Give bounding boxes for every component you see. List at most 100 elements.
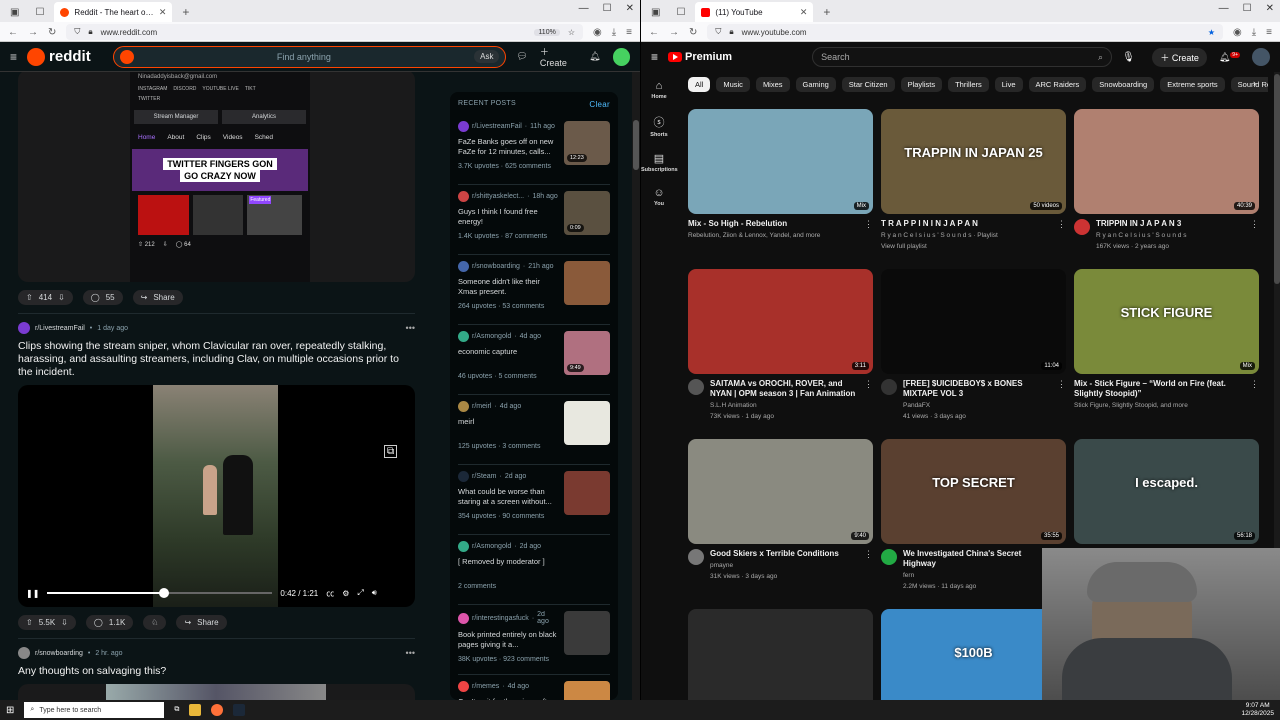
video-menu-icon[interactable]: ⋮ [864,379,873,421]
upvote-icon[interactable]: ⇧ [26,618,33,627]
zoom-level[interactable]: 110% [534,28,560,36]
windows-start-icon[interactable]: ⊞ [6,705,14,716]
scrollbar-thumb[interactable] [633,120,639,170]
filter-chip[interactable]: Gaming [795,77,836,92]
youtube-search-input[interactable]: Search ⌕ [812,47,1113,67]
create-button[interactable]: ＋ Create [1152,47,1207,67]
video-card[interactable]: 9:40 Good Skiers x Terrible Conditions pma… [688,439,873,581]
pause-icon[interactable]: ❚❚ [26,589,39,598]
create-button[interactable]: ＋ Create [540,45,577,68]
reddit-search-input[interactable]: Find anything Ask [112,45,507,68]
video-menu-icon[interactable]: ⋮ [864,219,873,242]
downvote-icon[interactable]: ⇩ [61,618,68,627]
post2-video-player[interactable]: ⧉ ❚❚ 0:42 / 1:21 ㏄ ⚙ ⤢ 🔊︎ [18,385,415,607]
video-thumbnail[interactable]: STICK FIGURE Mix [1074,269,1259,374]
recent-post-item[interactable]: r/memes·4d agoCan't wait for the minecra… [458,675,610,700]
bookmark-star-icon[interactable]: ☆ [568,28,575,37]
post3-subreddit[interactable]: r/snowboarding [35,650,83,657]
nav-shorts[interactable]: ⓢ Shorts [641,114,677,138]
reddit-logo[interactable]: reddit [27,47,91,66]
tab-list-icon[interactable]: ☐ [676,7,685,18]
video-thumbnail[interactable]: TRAPPIN IN JAPAN 25 50 videos [881,109,1066,214]
tab-list-icon[interactable]: ☐ [35,7,44,18]
video-channel[interactable]: pmayne [710,561,858,570]
back-icon[interactable]: ← [8,27,18,38]
recent-post-title[interactable]: Book printed entirely on black pages giv… [458,630,558,650]
recent-post-subreddit[interactable]: r/interestingasfuck [472,615,529,622]
video-thumbnail[interactable]: I escaped. 56:18 [1074,439,1259,544]
award-button[interactable]: ♘ [143,615,167,630]
recent-post-thumbnail[interactable] [564,611,610,655]
extension-icon[interactable]: ◉ [593,27,602,38]
close-window-icon[interactable]: ✕ [626,3,634,14]
new-tab-icon[interactable]: + [817,5,836,22]
taskbar-clock[interactable]: 9:07 AM 12/28/2025 [1241,702,1274,718]
video-thumbnail[interactable]: 11:04 [881,269,1066,374]
reload-icon[interactable]: ↻ [689,27,697,38]
recent-post-subreddit[interactable]: r/snowboarding [472,263,520,270]
video-thumbnail[interactable]: TOP SECRET 35:55 [881,439,1066,544]
chips-next-icon[interactable]: › [1253,78,1256,88]
video-channel[interactable]: PandaFX [903,401,1051,410]
video-title[interactable]: Good Skiers x Terrible Conditions [710,549,858,559]
video-thumbnail[interactable]: 3:11 [688,269,873,374]
video-channel[interactable]: R y a n C e l s i u s ' S o u n d s [1096,231,1244,240]
video-menu-icon[interactable]: ⋮ [864,549,873,581]
post3-title[interactable]: Any thoughts on salvaging this? [18,665,415,678]
taskbar-search-input[interactable]: ⌕ Type here to search [24,702,165,718]
notification-bell-icon[interactable]: 🔔︎ 9+ [1219,51,1240,63]
close-window-icon[interactable]: ✕ [1266,3,1274,14]
recent-post-subreddit[interactable]: r/Steam [472,473,497,480]
recent-post-thumbnail[interactable] [564,261,610,305]
video-card[interactable]: TOP SECRET 35:55 We Investigated China's S… [881,439,1066,591]
video-title[interactable]: Mix - So High - Rebelution [688,219,858,229]
recent-post-subreddit[interactable]: r/meirl [472,403,491,410]
recent-post-subreddit[interactable]: r/Asmongold [472,333,511,340]
video-thumbnail[interactable]: 40:39 [1074,109,1259,214]
recent-post-item[interactable]: r/interestingasfuck · 2d ago Book printed e… [458,605,610,675]
video-title[interactable]: TRIPPIN IN J A P A N 3 [1096,219,1244,229]
settings-gear-icon[interactable]: ⚙ [342,589,349,598]
recent-post-thumbnail[interactable] [564,681,610,700]
hamburger-icon[interactable]: ≡ [10,50,17,64]
filter-chip[interactable]: ARC Raiders [1028,77,1087,92]
chat-icon[interactable]: 💬︎ [516,51,527,62]
video-card[interactable]: STICK FIGURE Mix Mix - Stick Figure – “Wor… [1074,269,1259,412]
video-channel[interactable]: R y a n C e l s i u s ' S o u n d s · Pl… [881,231,1051,240]
video-channel[interactable]: Stick Figure, Slightly Stoopid, and more [1074,401,1244,410]
channel-avatar[interactable] [1074,219,1090,235]
search-icon[interactable]: ⌕ [1098,52,1103,63]
recent-post-item[interactable]: r/Steam · 2d ago What could be worse than s… [458,465,610,535]
video-title[interactable]: T R A P P I N I N J A P A N [881,219,1051,229]
video-title[interactable]: SAITAMA vs OROCHI, ROVER, and NYAN | OPM… [710,379,858,399]
recent-post-item[interactable]: r/snowboarding · 21h ago Someone didn't lik… [458,255,610,325]
address-bar[interactable]: ⛉ 🔒︎ www.reddit.com 110% ☆ [66,24,583,40]
filter-chip[interactable]: Mixes [755,77,790,92]
video-thumbnail[interactable] [688,609,873,700]
channel-avatar[interactable] [881,379,897,395]
filter-chip[interactable]: Sound Recording [1230,77,1268,92]
recent-post-thumbnail[interactable]: 9:49 [564,331,610,375]
steam-icon[interactable] [233,704,246,716]
video-thumbnail[interactable]: Mix [688,109,873,214]
downloads-icon[interactable]: ⤓ [1252,27,1256,38]
share-button[interactable]: ↪ Share [176,615,227,630]
post-options-icon[interactable]: ••• [406,323,415,333]
vote-control[interactable]: ⇧ 5.5K ⇩ [18,615,76,630]
recent-post-thumbnail[interactable]: 12:23 [564,121,610,165]
address-bar[interactable]: ⛉ 🔒︎ www.youtube.com ★ [707,24,1223,40]
channel-avatar[interactable] [881,549,897,565]
recent-post-title[interactable]: meirl [458,417,558,437]
nav-you[interactable]: ☺ You [641,187,677,207]
comments-button[interactable]: ◯ 1.1K [85,615,134,630]
pip-icon[interactable]: ⧉ [384,445,398,458]
task-view-icon[interactable]: ⧉ [174,706,179,714]
reload-icon[interactable]: ↻ [48,27,56,38]
user-avatar[interactable] [612,47,630,66]
post2-subreddit[interactable]: r/LivestreamFail [35,325,85,332]
maximize-icon[interactable]: ☐ [603,3,612,14]
clear-recent-button[interactable]: Clear [589,100,610,109]
filter-chip[interactable]: Star Citizen [841,77,895,92]
forward-icon[interactable]: → [28,27,38,38]
seek-handle[interactable] [159,588,170,598]
